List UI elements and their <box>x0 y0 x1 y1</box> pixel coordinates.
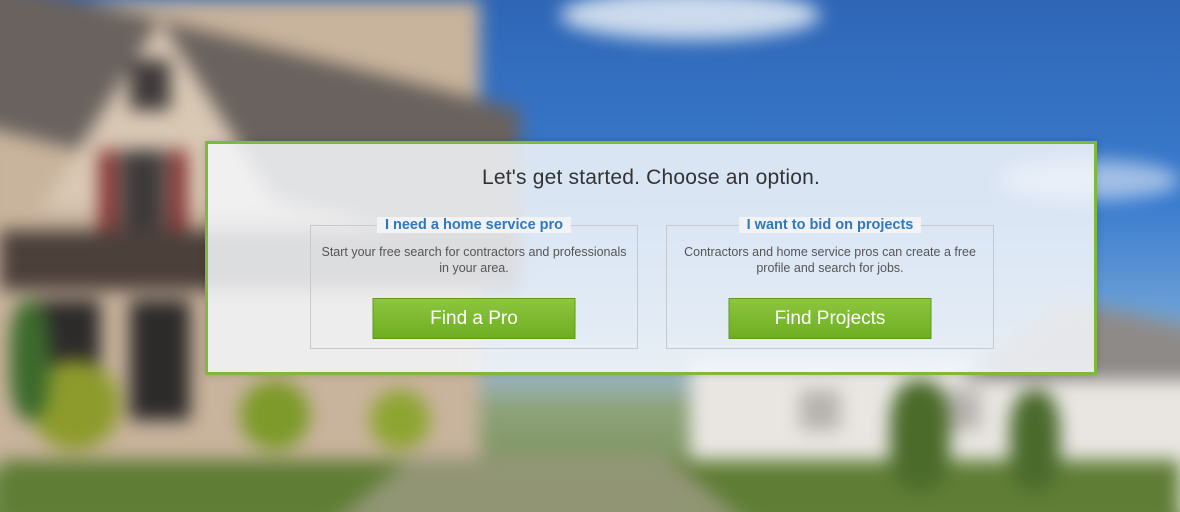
choose-option-panel: Let's get started. Choose an option. I n… <box>205 141 1097 375</box>
option-box-home-service-pro: I need a home service pro Start your fre… <box>310 217 638 349</box>
option-description: Start your free search for contractors a… <box>321 245 627 275</box>
option-legend-label: I want to bid on projects <box>738 217 922 233</box>
option-description: Contractors and home service pros can cr… <box>684 245 976 275</box>
option-legend: I need a home service pro <box>311 216 637 234</box>
page-title: Let's get started. Choose an option. <box>481 166 821 189</box>
option-legend-label: I need a home service pro <box>376 217 572 233</box>
find-projects-button[interactable]: Find Projects <box>728 298 932 339</box>
find-a-pro-button[interactable]: Find a Pro <box>372 298 576 339</box>
option-box-bid-on-projects: I want to bid on projects Contractors an… <box>666 217 994 349</box>
option-legend: I want to bid on projects <box>667 216 993 234</box>
